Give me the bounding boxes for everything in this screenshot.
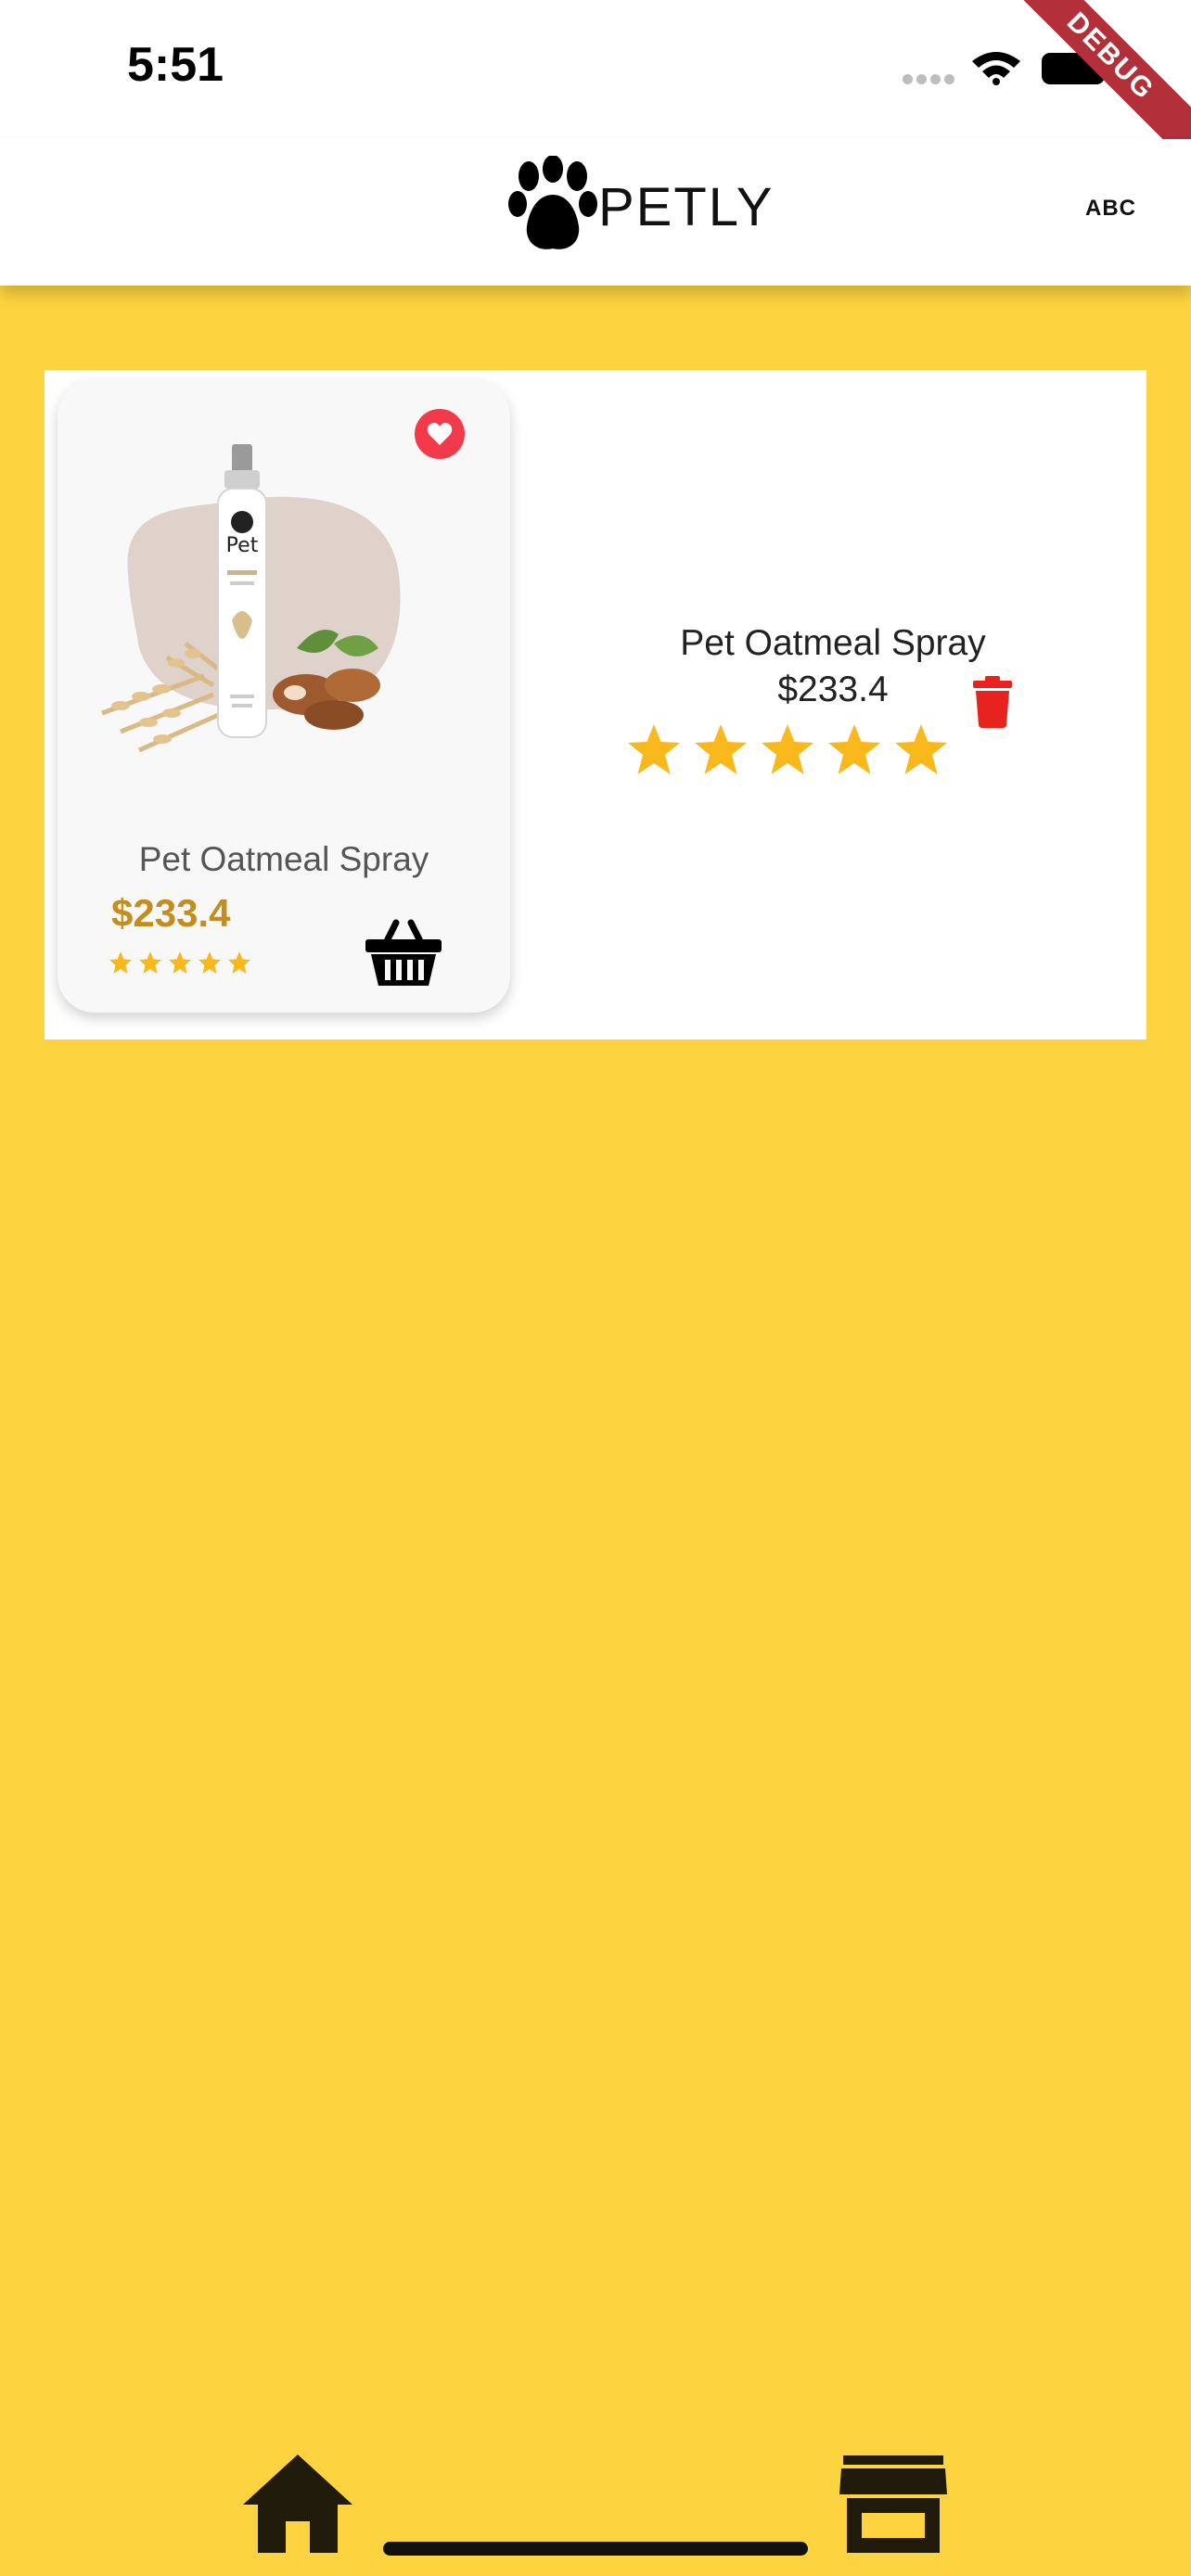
star-icon bbox=[695, 724, 747, 774]
star-icon bbox=[109, 951, 132, 974]
cart-item-rating-stars bbox=[628, 724, 947, 774]
cart-item: Pet Pet Oatmeal Spray $233.4 Pet Oatmeal… bbox=[45, 370, 1146, 1039]
status-time: 5:51 bbox=[127, 38, 224, 92]
paw-icon bbox=[508, 156, 597, 249]
card-product-name: Pet Oatmeal Spray bbox=[138, 840, 429, 878]
star-icon bbox=[169, 951, 191, 974]
status-bar: 5:51 DEBUG bbox=[0, 0, 1191, 180]
star-icon bbox=[895, 724, 947, 774]
cart-item-name: Pet Oatmeal Spray bbox=[680, 623, 986, 663]
card-rating-stars bbox=[109, 951, 250, 974]
abc-button[interactable]: ABC bbox=[1085, 196, 1136, 222]
product-card[interactable]: Pet Pet Oatmeal Spray $233.4 bbox=[58, 379, 510, 1013]
cellular-signal-icon bbox=[903, 72, 958, 89]
wifi-icon bbox=[972, 52, 1020, 85]
app-title: PETLY bbox=[598, 177, 775, 237]
star-icon bbox=[228, 951, 250, 974]
star-icon bbox=[628, 724, 680, 774]
home-indicator[interactable] bbox=[383, 2542, 808, 2556]
basket-icon[interactable] bbox=[364, 917, 443, 988]
home-icon[interactable] bbox=[239, 2451, 356, 2553]
trash-icon[interactable] bbox=[972, 676, 1013, 728]
star-icon bbox=[828, 724, 880, 774]
card-product-price: $233.4 bbox=[111, 891, 231, 935]
product-image: Pet bbox=[101, 444, 401, 753]
star-icon bbox=[762, 724, 813, 774]
store-icon[interactable] bbox=[839, 2455, 947, 2553]
star-icon bbox=[198, 951, 221, 974]
product-image-brand: Pet bbox=[226, 534, 259, 557]
cart-item-price: $233.4 bbox=[777, 670, 889, 709]
heart-icon bbox=[427, 423, 453, 445]
star-icon bbox=[139, 951, 161, 974]
